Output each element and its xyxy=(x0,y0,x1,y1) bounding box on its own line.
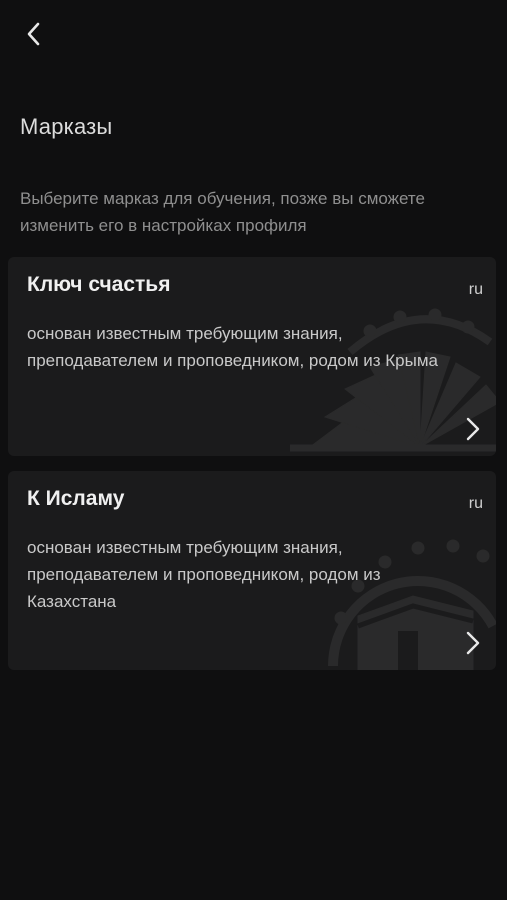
chevron-left-icon xyxy=(27,22,40,46)
card-language-badge: ru xyxy=(468,495,483,512)
markaz-selection-screen: Марказы Выберите марказ для обучения, по… xyxy=(0,0,507,900)
chevron-right-icon xyxy=(466,631,480,655)
page-subtitle: Выберите марказ для обучения, позже вы с… xyxy=(20,189,425,235)
card-title: Ключ счастья xyxy=(27,273,171,296)
chevron-right-icon xyxy=(466,417,480,441)
page-title: Марказы xyxy=(20,114,113,139)
card-title: К Исламу xyxy=(27,487,125,510)
markaz-card-k-islamu[interactable]: К Исламу ru основан известным требующим … xyxy=(8,471,496,670)
back-button[interactable] xyxy=(14,14,54,54)
markaz-card-kluch-schastya[interactable]: Ключ счастья ru основан известным требую… xyxy=(8,257,496,456)
card-description: основан известным требующим знания, преп… xyxy=(27,538,381,611)
card-description: основан известным требующим знания, преп… xyxy=(27,324,438,370)
